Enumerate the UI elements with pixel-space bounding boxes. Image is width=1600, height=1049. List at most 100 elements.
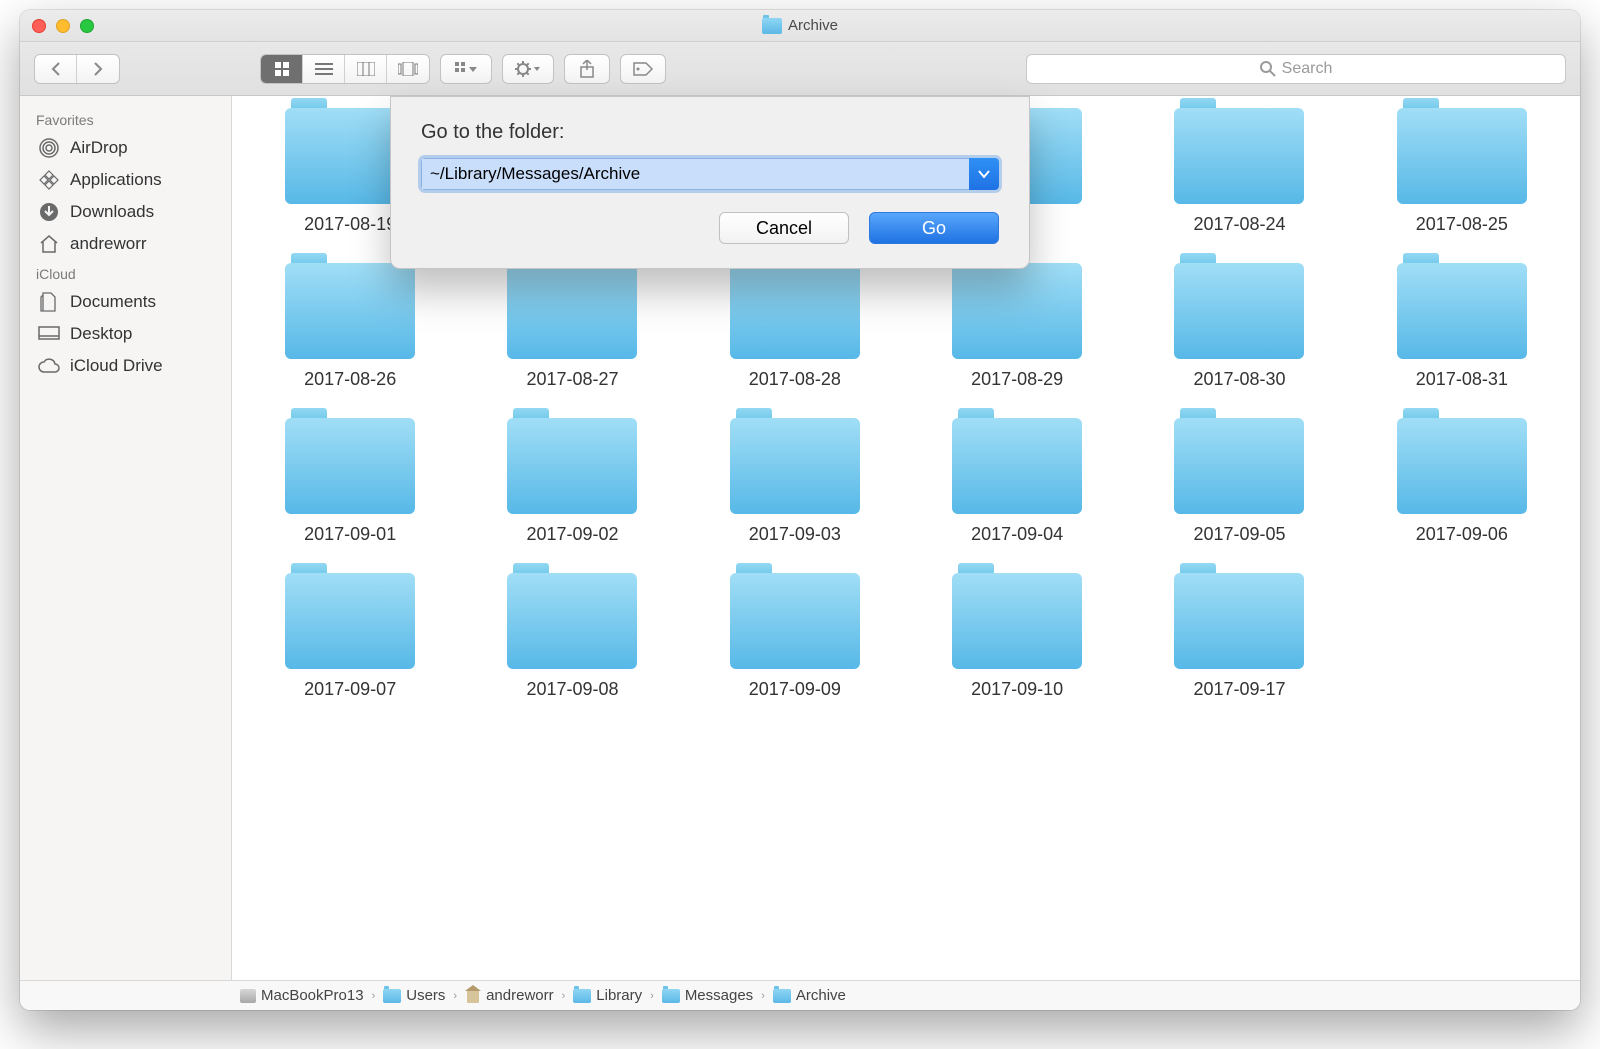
- titlebar: Archive: [20, 10, 1580, 42]
- folder-icon: [507, 573, 637, 669]
- folder-icon: [1174, 573, 1304, 669]
- folder-icon: [662, 989, 680, 1003]
- folder-item[interactable]: 2017-09-17: [1145, 573, 1333, 700]
- folder-label: 2017-09-06: [1416, 524, 1508, 545]
- folder-label: 2017-08-26: [304, 369, 396, 390]
- sidebar-item-applications[interactable]: Applications: [20, 164, 231, 196]
- sidebar-item-downloads[interactable]: Downloads: [20, 196, 231, 228]
- sidebar-item-airdrop[interactable]: AirDrop: [20, 132, 231, 164]
- view-gallery-button[interactable]: [387, 55, 429, 83]
- path-segment[interactable]: Messages: [662, 987, 753, 1004]
- view-list-button[interactable]: [303, 55, 345, 83]
- sidebar-header: Favorites: [20, 106, 231, 132]
- documents-icon: [38, 292, 60, 312]
- action-button[interactable]: [502, 54, 554, 84]
- sidebar-item-label: Documents: [70, 292, 156, 312]
- folder-label: 2017-08-25: [1416, 214, 1508, 235]
- folder-icon: [762, 18, 782, 34]
- sidebar-item-label: andreworr: [70, 234, 147, 254]
- desktop-icon: [38, 324, 60, 344]
- folder-item[interactable]: 2017-08-28: [701, 263, 889, 390]
- traffic-lights: [32, 19, 94, 33]
- path-label: Users: [406, 987, 445, 1004]
- go-button[interactable]: Go: [869, 212, 999, 244]
- dialog-buttons: Cancel Go: [421, 212, 999, 244]
- folder-label: 2017-09-08: [526, 679, 618, 700]
- folder-item[interactable]: 2017-09-09: [701, 573, 889, 700]
- sidebar-item-andreworr[interactable]: andreworr: [20, 228, 231, 260]
- path-segment[interactable]: Library: [573, 987, 642, 1004]
- airdrop-icon: [38, 138, 60, 158]
- path-input[interactable]: [421, 158, 969, 190]
- tags-button[interactable]: [620, 54, 666, 84]
- folder-item[interactable]: 2017-08-27: [478, 263, 666, 390]
- folder-label: 2017-08-30: [1193, 369, 1285, 390]
- folder-label: 2017-09-17: [1193, 679, 1285, 700]
- search-field[interactable]: Search: [1026, 54, 1566, 84]
- sidebar-item-icloud-drive[interactable]: iCloud Drive: [20, 350, 231, 382]
- folder-icon: [730, 418, 860, 514]
- chevron-right-icon: ›: [370, 990, 378, 1002]
- folder-icon: [1397, 418, 1527, 514]
- folder-item[interactable]: 2017-08-26: [256, 263, 444, 390]
- folder-item[interactable]: 2017-08-29: [923, 263, 1111, 390]
- arrange-button[interactable]: [440, 54, 492, 84]
- path-segment[interactable]: Users: [383, 987, 445, 1004]
- path-combobox[interactable]: [421, 158, 999, 190]
- folder-label: 2017-08-29: [971, 369, 1063, 390]
- folder-icon: [285, 263, 415, 359]
- folder-item[interactable]: 2017-09-08: [478, 573, 666, 700]
- folder-item[interactable]: 2017-08-25: [1368, 108, 1556, 235]
- path-label: andreworr: [486, 987, 554, 1004]
- sidebar-item-documents[interactable]: Documents: [20, 286, 231, 318]
- sidebar: FavoritesAirDrop Applications Downloads and…: [20, 96, 232, 980]
- folder-icon: [773, 989, 791, 1003]
- folder-icon: [952, 263, 1082, 359]
- sidebar-item-label: Downloads: [70, 202, 154, 222]
- sidebar-item-label: Applications: [70, 170, 162, 190]
- path-label: MacBookPro13: [261, 987, 364, 1004]
- path-segment[interactable]: Archive: [773, 987, 846, 1004]
- folder-icon: [1397, 108, 1527, 204]
- folder-item[interactable]: 2017-09-10: [923, 573, 1111, 700]
- chevron-right-icon: ›: [648, 990, 656, 1002]
- window-title: Archive: [20, 17, 1580, 34]
- folder-item[interactable]: 2017-09-07: [256, 573, 444, 700]
- go-to-folder-dialog: Go to the folder: Cancel Go: [390, 96, 1030, 269]
- forward-button[interactable]: [77, 55, 119, 83]
- chevron-down-icon[interactable]: [969, 158, 999, 190]
- chevron-right-icon: ›: [759, 990, 767, 1002]
- folder-item[interactable]: 2017-09-01: [256, 418, 444, 545]
- toolbar: Search: [20, 42, 1580, 96]
- sidebar-header: iCloud: [20, 260, 231, 286]
- folder-item[interactable]: 2017-08-31: [1368, 263, 1556, 390]
- folder-icon: [1174, 418, 1304, 514]
- folder-item[interactable]: 2017-09-06: [1368, 418, 1556, 545]
- folder-icon: [507, 418, 637, 514]
- path-segment[interactable]: MacBookPro13: [240, 987, 364, 1004]
- sidebar-item-desktop[interactable]: Desktop: [20, 318, 231, 350]
- folder-item[interactable]: 2017-08-24: [1145, 108, 1333, 235]
- folder-item[interactable]: 2017-09-03: [701, 418, 889, 545]
- folder-label: 2017-08-31: [1416, 369, 1508, 390]
- minimize-button[interactable]: [56, 19, 70, 33]
- dialog-title: Go to the folder:: [421, 121, 999, 144]
- path-label: Library: [596, 987, 642, 1004]
- path-bar: MacBookPro13›Users›andreworr›Library›Mes…: [20, 980, 1580, 1010]
- view-columns-button[interactable]: [345, 55, 387, 83]
- downloads-icon: [38, 202, 60, 222]
- folder-icon: [285, 573, 415, 669]
- folder-item[interactable]: 2017-09-05: [1145, 418, 1333, 545]
- search-icon: [1260, 61, 1276, 77]
- view-icon-button[interactable]: [261, 55, 303, 83]
- share-button[interactable]: [564, 54, 610, 84]
- back-button[interactable]: [35, 55, 77, 83]
- path-label: Archive: [796, 987, 846, 1004]
- path-segment[interactable]: andreworr: [465, 987, 554, 1004]
- close-button[interactable]: [32, 19, 46, 33]
- folder-item[interactable]: 2017-09-02: [478, 418, 666, 545]
- maximize-button[interactable]: [80, 19, 94, 33]
- folder-item[interactable]: 2017-09-04: [923, 418, 1111, 545]
- cancel-button[interactable]: Cancel: [719, 212, 849, 244]
- folder-item[interactable]: 2017-08-30: [1145, 263, 1333, 390]
